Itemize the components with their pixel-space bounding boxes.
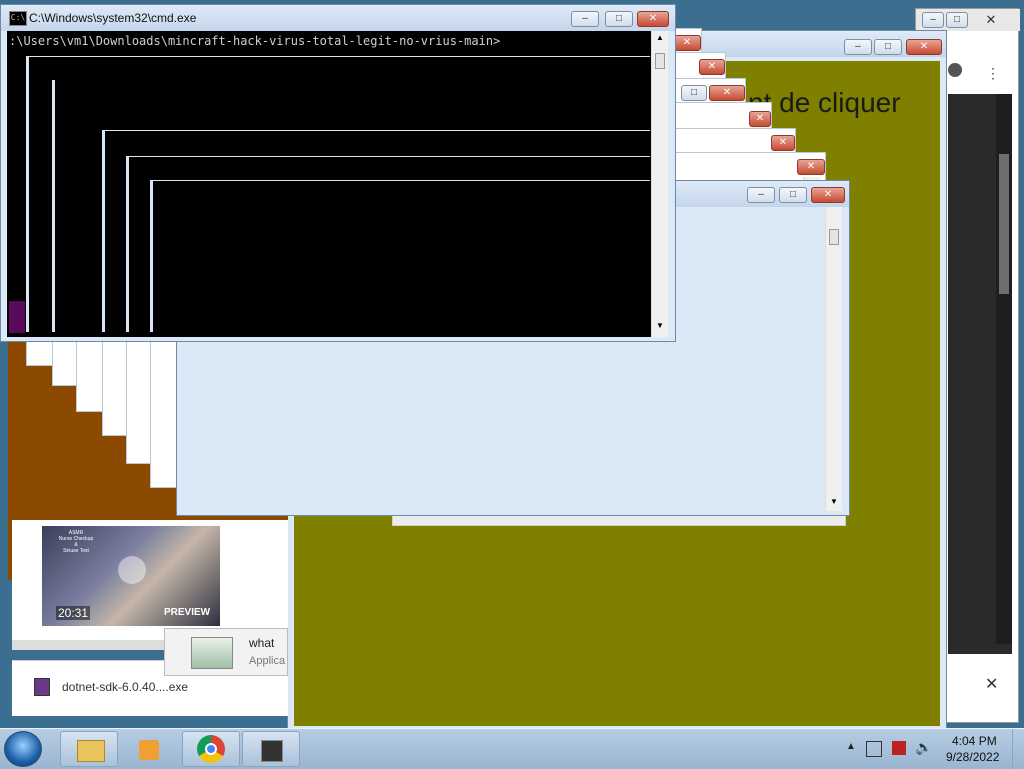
- ghost-6-close-button[interactable]: ✕: [797, 159, 825, 175]
- network-icon[interactable]: [866, 741, 882, 757]
- show-desktop-button[interactable]: [1012, 729, 1024, 769]
- cmd-top-scroll-thumb[interactable]: [655, 53, 665, 69]
- avatar-icon[interactable]: [948, 63, 962, 77]
- nested-frame-5: [150, 180, 650, 332]
- browser-scroll-thumb[interactable]: [999, 154, 1009, 294]
- kebab-menu-icon[interactable]: ⋮: [986, 65, 1000, 82]
- browser-scrollbar[interactable]: [996, 94, 1012, 644]
- cmd-top-scroll-up-icon[interactable]: ▲: [656, 33, 664, 42]
- file-explorer-icon: [77, 740, 105, 762]
- cmd-top-scrollbar[interactable]: ▲ ▼: [651, 31, 668, 337]
- video-preview-label: PREVIEW: [164, 607, 211, 618]
- download-file-icon: [34, 678, 50, 696]
- tray-expand-icon[interactable]: ▲: [846, 741, 856, 752]
- notification-popup[interactable]: what Applica: [164, 628, 288, 676]
- chrome-button[interactable]: [182, 731, 240, 767]
- taskbar: ▲ 🔈 4:04 PM 9/28/2022: [0, 728, 1024, 769]
- volume-icon[interactable]: 🔈: [915, 739, 932, 756]
- cmd-front-lower-scrollbar[interactable]: ▼: [825, 207, 842, 511]
- cmd-top-minimize-button[interactable]: –: [571, 11, 599, 27]
- download-filename[interactable]: dotnet-sdk-6.0.40....exe: [62, 680, 188, 694]
- browser-maximize-button[interactable]: □: [946, 12, 968, 28]
- video-area: ASMR Nurse Checkup & Sinuse Test 20:31 P…: [12, 520, 288, 650]
- cmd-top-maximize-button[interactable]: □: [605, 11, 633, 27]
- flag-icon[interactable]: [892, 741, 906, 755]
- cmd-top-scroll-down-icon[interactable]: ▼: [656, 321, 664, 330]
- media-player-icon: [139, 740, 159, 760]
- video-thumb-text: ASMR Nurse Checkup & Sinuse Test: [58, 530, 94, 554]
- ghost-4-close-button[interactable]: ✕: [749, 111, 771, 127]
- taskbar-app-icon: [261, 740, 283, 762]
- browser-minimize-button[interactable]: –: [922, 12, 944, 28]
- ghost-1-close-button[interactable]: ✕: [673, 35, 701, 51]
- notification-title: what: [249, 636, 275, 650]
- taskbar-app-button[interactable]: [242, 731, 300, 767]
- mouse-cursor-icon: [1000, 678, 1006, 692]
- close-icon[interactable]: ✕: [985, 674, 998, 694]
- play-icon[interactable]: [118, 556, 146, 584]
- media-player-button[interactable]: [120, 731, 178, 767]
- cmd-front-lower-minimize-button[interactable]: –: [747, 187, 775, 203]
- cmd-top-prompt-line: :\Users\vm1\Downloads\mincraft-hack-viru…: [9, 34, 501, 48]
- browser-close-button[interactable]: ✕: [978, 12, 1004, 28]
- cmd-top-sys-icon: C:\: [9, 11, 27, 26]
- file-explorer-button[interactable]: [60, 731, 118, 767]
- ghost-3-close-button[interactable]: ✕: [709, 85, 745, 101]
- ghost-3-maximize-button[interactable]: □: [681, 85, 707, 101]
- video-thumbnail[interactable]: ASMR Nurse Checkup & Sinuse Test 20:31 P…: [42, 526, 220, 626]
- cmd-front-lower-maximize-button[interactable]: □: [779, 187, 807, 203]
- tray-date[interactable]: 9/28/2022: [946, 750, 999, 764]
- olive-dialog-close-button[interactable]: ✕: [906, 39, 942, 55]
- start-orb-icon[interactable]: [4, 731, 42, 767]
- olive-dialog-minimize-button[interactable]: –: [844, 39, 872, 55]
- nested-frame-2: [52, 80, 78, 332]
- notification-app-icon: [191, 637, 233, 669]
- olive-dialog-maximize-button[interactable]: □: [874, 39, 902, 55]
- notification-subtitle: Applica: [249, 655, 286, 667]
- ghost-5-close-button[interactable]: ✕: [771, 135, 795, 151]
- ghost-2-close-button[interactable]: ✕: [699, 59, 725, 75]
- cmd-top-purple-cursor: [9, 301, 25, 333]
- cmd-top-title: C:\Windows\system32\cmd.exe: [29, 11, 197, 25]
- chrome-icon: [197, 735, 225, 763]
- video-duration-badge: 20:31: [56, 606, 91, 620]
- tray-time[interactable]: 4:04 PM: [952, 734, 997, 748]
- cmd-front-lower-close-button[interactable]: ✕: [811, 187, 845, 203]
- cmd-top-close-button[interactable]: ✕: [637, 11, 669, 27]
